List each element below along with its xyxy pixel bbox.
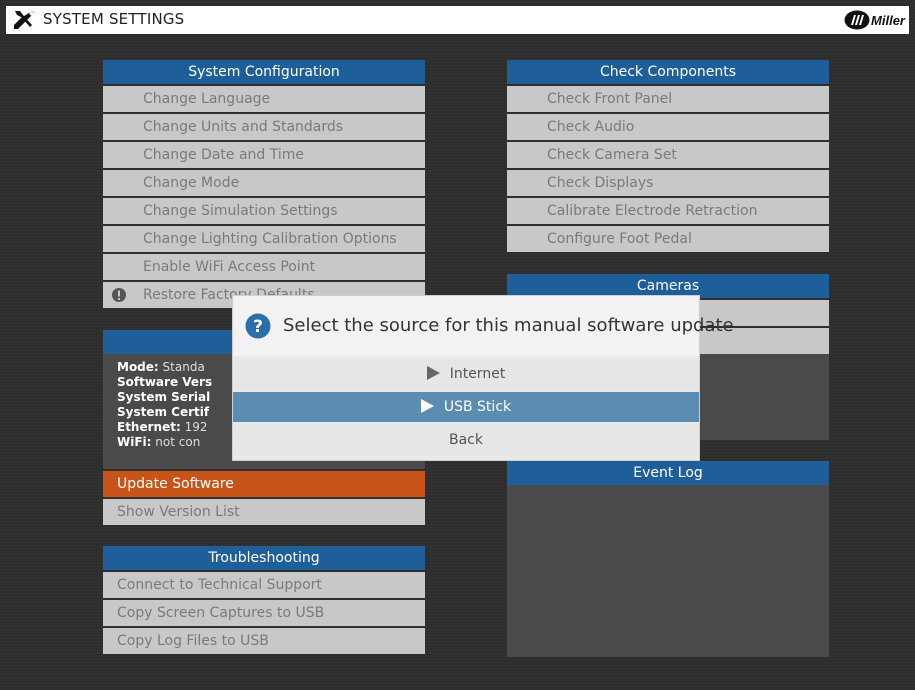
question-icon: ? xyxy=(245,313,271,339)
usb-stick-option[interactable]: USB Stick xyxy=(233,392,699,422)
copy-screen-captures-item[interactable]: Copy Screen Captures to USB xyxy=(103,600,425,626)
play-arrow-icon xyxy=(426,366,440,380)
play-arrow-icon xyxy=(420,399,434,413)
show-version-list-button[interactable]: Show Version List xyxy=(103,499,425,525)
enable-wifi-item[interactable]: Enable WiFi Access Point xyxy=(103,254,425,280)
title-bar: SYSTEM SETTINGS Miller xyxy=(6,6,909,34)
internet-option[interactable]: Internet xyxy=(233,359,699,389)
technical-support-item[interactable]: Connect to Technical Support xyxy=(103,572,425,598)
change-units-item[interactable]: Change Units and Standards xyxy=(103,114,425,140)
event-log-panel: Event Log xyxy=(507,461,829,657)
dialog-header: ? Select the source for this manual soft… xyxy=(233,296,734,356)
event-log-box xyxy=(507,485,829,657)
configure-foot-pedal-item[interactable]: Configure Foot Pedal xyxy=(507,226,829,252)
usb-stick-option-label: USB Stick xyxy=(443,399,512,415)
check-displays-item[interactable]: Check Displays xyxy=(507,170,829,196)
back-button[interactable]: Back xyxy=(233,425,699,455)
warning-icon xyxy=(112,288,126,302)
system-configuration-panel: System Configuration Change Language Cha… xyxy=(103,60,425,308)
update-software-button[interactable]: Update Software xyxy=(103,471,425,497)
change-date-time-item[interactable]: Change Date and Time xyxy=(103,142,425,168)
window-title: SYSTEM SETTINGS xyxy=(43,10,185,28)
copy-log-files-item[interactable]: Copy Log Files to USB xyxy=(103,628,425,654)
troubleshooting-header: Troubleshooting xyxy=(103,546,425,570)
check-components-header: Check Components xyxy=(507,60,829,84)
calibrate-electrode-item[interactable]: Calibrate Electrode Retraction xyxy=(507,198,829,224)
update-source-dialog: ? Select the source for this manual soft… xyxy=(233,296,734,460)
miller-logo-mark xyxy=(844,10,870,30)
screen: SYSTEM SETTINGS Miller System Configurat… xyxy=(0,0,915,690)
dialog-prompt: Select the source for this manual softwa… xyxy=(283,315,734,336)
change-simulation-item[interactable]: Change Simulation Settings xyxy=(103,198,425,224)
internet-option-label: Internet xyxy=(449,366,506,382)
miller-logo: Miller xyxy=(844,10,905,30)
brand-name: Miller xyxy=(871,12,905,28)
change-mode-item[interactable]: Change Mode xyxy=(103,170,425,196)
check-audio-item[interactable]: Check Audio xyxy=(507,114,829,140)
troubleshooting-panel: Troubleshooting Connect to Technical Sup… xyxy=(103,546,425,654)
change-lighting-item[interactable]: Change Lighting Calibration Options xyxy=(103,226,425,252)
check-front-panel-item[interactable]: Check Front Panel xyxy=(507,86,829,112)
cameras-header: Cameras xyxy=(507,274,829,298)
event-log-header: Event Log xyxy=(507,461,829,485)
svg-text:?: ? xyxy=(253,317,263,337)
check-camera-set-item[interactable]: Check Camera Set xyxy=(507,142,829,168)
system-configuration-header: System Configuration xyxy=(103,60,425,84)
change-language-item[interactable]: Change Language xyxy=(103,86,425,112)
check-components-panel: Check Components Check Front Panel Check… xyxy=(507,60,829,252)
tools-icon xyxy=(12,9,36,31)
